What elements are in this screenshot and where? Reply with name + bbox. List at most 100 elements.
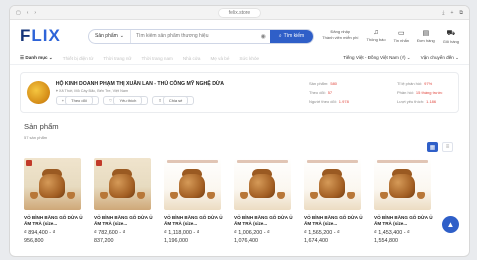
- image-badge: [26, 160, 32, 166]
- site-header: FLIX Sản phẩm⌄ ◉ ⌕Tìm kiếm Đăng nhập Thà…: [10, 20, 469, 52]
- stat-value: 97%: [424, 81, 433, 86]
- follow-label: Theo dõi: [65, 95, 93, 105]
- image-banner: [307, 160, 358, 163]
- browser-window: ▢ ‹ › felix.store ⤓ + ⧉ FLIX Sản phẩm⌄ ◉…: [9, 5, 470, 257]
- search-bar: Sản phẩm⌄ ◉ ⌕Tìm kiếm: [88, 28, 315, 44]
- camera-search-icon[interactable]: ◉: [257, 30, 270, 43]
- favorite-label: Yêu thích: [113, 95, 143, 105]
- login-link[interactable]: Đăng nhập Thành viên miễn phí: [322, 29, 358, 40]
- product-card[interactable]: VỎ BÌNH BẰNG GỖ DỪA Ủ ẤM TRÀ (size... ₫ 7…: [94, 158, 157, 244]
- product-image[interactable]: [164, 158, 221, 210]
- product-price-max: 1,674,400: [304, 237, 328, 244]
- favorite-button[interactable]: ♡ Yêu thích: [102, 95, 149, 105]
- search-button-label: Tìm kiếm: [283, 33, 305, 39]
- stat-label: Sản phẩm: [309, 81, 328, 86]
- messages-button[interactable]: ▭ Tin nhắn: [394, 29, 409, 43]
- image-banner: [237, 160, 288, 163]
- shop-stats: Sản phẩm: 580 Tỉ lệ phản hồi: 97% Theo dõi…: [309, 81, 452, 104]
- product-price-max: 1,196,000: [164, 237, 188, 244]
- product-image[interactable]: [94, 158, 151, 210]
- category-item[interactable]: Thời trang nam: [141, 56, 172, 61]
- share-button[interactable]: ⇪ Chia sẻ: [152, 95, 195, 105]
- product-price-max: 1,076,400: [234, 237, 258, 244]
- orders-button[interactable]: ▤ Đơn hàng: [417, 29, 435, 43]
- search-category-select[interactable]: Sản phẩm ⌄: [89, 29, 131, 43]
- stat-value: 57: [327, 90, 333, 95]
- product-image[interactable]: [374, 158, 431, 210]
- grid-view-icon[interactable]: ▦: [427, 142, 438, 152]
- search-button[interactable]: ⌕ Tìm kiếm: [269, 29, 314, 43]
- product-image[interactable]: [304, 158, 361, 210]
- browser-nav: ▢ ‹ ›: [16, 10, 76, 16]
- product-card[interactable]: VỎ BÌNH BẰNG GỖ DỪA Ủ ẤM TRÀ (size... ₫ 1…: [234, 158, 297, 244]
- product-name[interactable]: VỎ BÌNH BẰNG GỖ DỪA Ủ ẤM TRÀ (size...: [234, 215, 297, 227]
- product-card[interactable]: VỎ BÌNH BẰNG GỖ DỪA Ủ ẤM TRÀ (size... ₫ 8…: [24, 158, 87, 244]
- ship-to-select[interactable]: Vận chuyển đến ⌄: [421, 55, 459, 61]
- stat-item: Phản hồi: 15 tháng trước: [397, 90, 443, 95]
- shop-info: HỘ KINH DOANH PHẠM THỊ XUÂN LAN - THỦ CÔ…: [55, 81, 263, 105]
- follow-button[interactable]: + Theo dõi: [55, 95, 99, 105]
- stat-label: Lượt yêu thích: [397, 99, 423, 104]
- jar-shape: [249, 174, 275, 198]
- product-name[interactable]: VỎ BÌNH BẰNG GỖ DỪA Ủ ẤM TRÀ (size...: [304, 215, 367, 227]
- tabs-icon[interactable]: ⧉: [459, 10, 463, 16]
- url-text: felix.store: [217, 7, 262, 18]
- forward-icon[interactable]: ›: [34, 10, 36, 16]
- category-item[interactable]: Sức khỏe: [239, 56, 259, 61]
- share-label: Chia sẻ: [162, 95, 189, 105]
- header-actions: Đăng nhập Thành viên miễn phí ♫ Thông báo…: [322, 29, 459, 44]
- notification-button[interactable]: ♫ Thông báo: [366, 29, 385, 42]
- category-item[interactable]: Thời trang nữ: [103, 56, 131, 61]
- sidebar-toggle-icon[interactable]: ▢: [16, 10, 21, 16]
- cart-icon: ⛟: [446, 29, 456, 37]
- order-icon: ▤: [422, 29, 430, 37]
- product-image[interactable]: [24, 158, 81, 210]
- arrow-up-icon: ▲: [446, 220, 455, 229]
- product-price-max: 956,800: [24, 237, 44, 244]
- product-card[interactable]: VỎ BÌNH BẰNG GỖ DỪA Ủ ẤM TRÀ (size... ₫ 1…: [164, 158, 227, 244]
- shop-address: ⌖ Xã Thới, Mỏ Cày Bắc, Bến Tre, Việt Nam: [56, 89, 263, 93]
- language-select[interactable]: Tiếng Việt - Đồng Việt Nam (₫) ⌄: [343, 55, 410, 61]
- logo-letter: F: [20, 26, 32, 45]
- jar-shape: [39, 174, 65, 198]
- category-menu-label: Danh mục: [25, 55, 48, 60]
- messages-label: Tin nhắn: [393, 37, 410, 43]
- product-card[interactable]: VỎ BÌNH BẰNG GỖ DỪA Ủ ẤM TRÀ (size... ₫ 1…: [304, 158, 367, 244]
- bell-icon: ♫: [373, 28, 379, 36]
- stat-value: 580: [330, 81, 338, 86]
- category-item[interactable]: Nhà cửa: [183, 56, 201, 61]
- stat-value: 1.978: [338, 99, 349, 104]
- shop-name[interactable]: HỘ KINH DOANH PHẠM THỊ XUÂN LAN - THỦ CÔ…: [56, 81, 263, 87]
- site-logo[interactable]: FLIX: [20, 26, 70, 46]
- product-price: ₫ 1,453,400 - ₫: [374, 229, 410, 236]
- category-item[interactable]: Mẹ và bé: [210, 56, 229, 61]
- back-icon[interactable]: ‹: [27, 10, 29, 16]
- address-bar[interactable]: felix.store: [76, 7, 403, 18]
- shop-avatar[interactable]: [27, 81, 50, 104]
- product-name[interactable]: VỎ BÌNH BẰNG GỖ DỪA Ủ ẤM TRÀ (size...: [164, 215, 227, 227]
- browser-toolbar: ▢ ‹ › felix.store ⤓ + ⧉: [10, 6, 469, 20]
- category-item[interactable]: Thiết bị điện tử: [63, 56, 94, 61]
- jar-shape: [109, 174, 135, 198]
- product-name[interactable]: VỎ BÌNH BẰNG GỖ DỪA Ủ ẤM TRÀ (size...: [94, 215, 157, 227]
- view-toggle: ▦ ≡: [427, 142, 453, 152]
- stat-value: 1.186: [426, 99, 437, 104]
- category-menu-button[interactable]: ☰ Danh mục ⌄: [20, 55, 53, 61]
- category-bar: ☰ Danh mục ⌄ Thiết bị điện tử Thời trang…: [10, 52, 469, 65]
- product-image[interactable]: [234, 158, 291, 210]
- product-name[interactable]: VỎ BÌNH BẰNG GỖ DỪA Ủ ẤM TRÀ (size...: [24, 215, 87, 227]
- cart-button[interactable]: ⛟ Giỏ hàng: [443, 29, 459, 44]
- search-input[interactable]: [131, 29, 257, 43]
- product-name[interactable]: VỎ BÌNH BẰNG GỖ DỪA Ủ ẤM TRÀ (size...: [374, 215, 437, 227]
- list-view-icon[interactable]: ≡: [442, 142, 453, 152]
- new-tab-icon[interactable]: +: [451, 10, 454, 16]
- scroll-top-button[interactable]: ▲: [442, 216, 459, 233]
- stat-label: Theo dõi: [309, 90, 325, 95]
- shop-card: HỘ KINH DOANH PHẠM THỊ XUÂN LAN - THỦ CÔ…: [20, 72, 459, 113]
- product-card[interactable]: VỎ BÌNH BẰNG GỖ DỪA Ủ ẤM TRÀ (size... ₫ 1…: [374, 158, 437, 244]
- download-icon[interactable]: ⤓: [442, 10, 444, 16]
- login-line2: Thành viên miễn phí: [322, 34, 359, 40]
- notification-label: Thông báo: [366, 36, 386, 42]
- image-badge: [96, 160, 102, 166]
- shop-actions: + Theo dõi ♡ Yêu thích ⇪ Chia sẻ: [55, 95, 263, 105]
